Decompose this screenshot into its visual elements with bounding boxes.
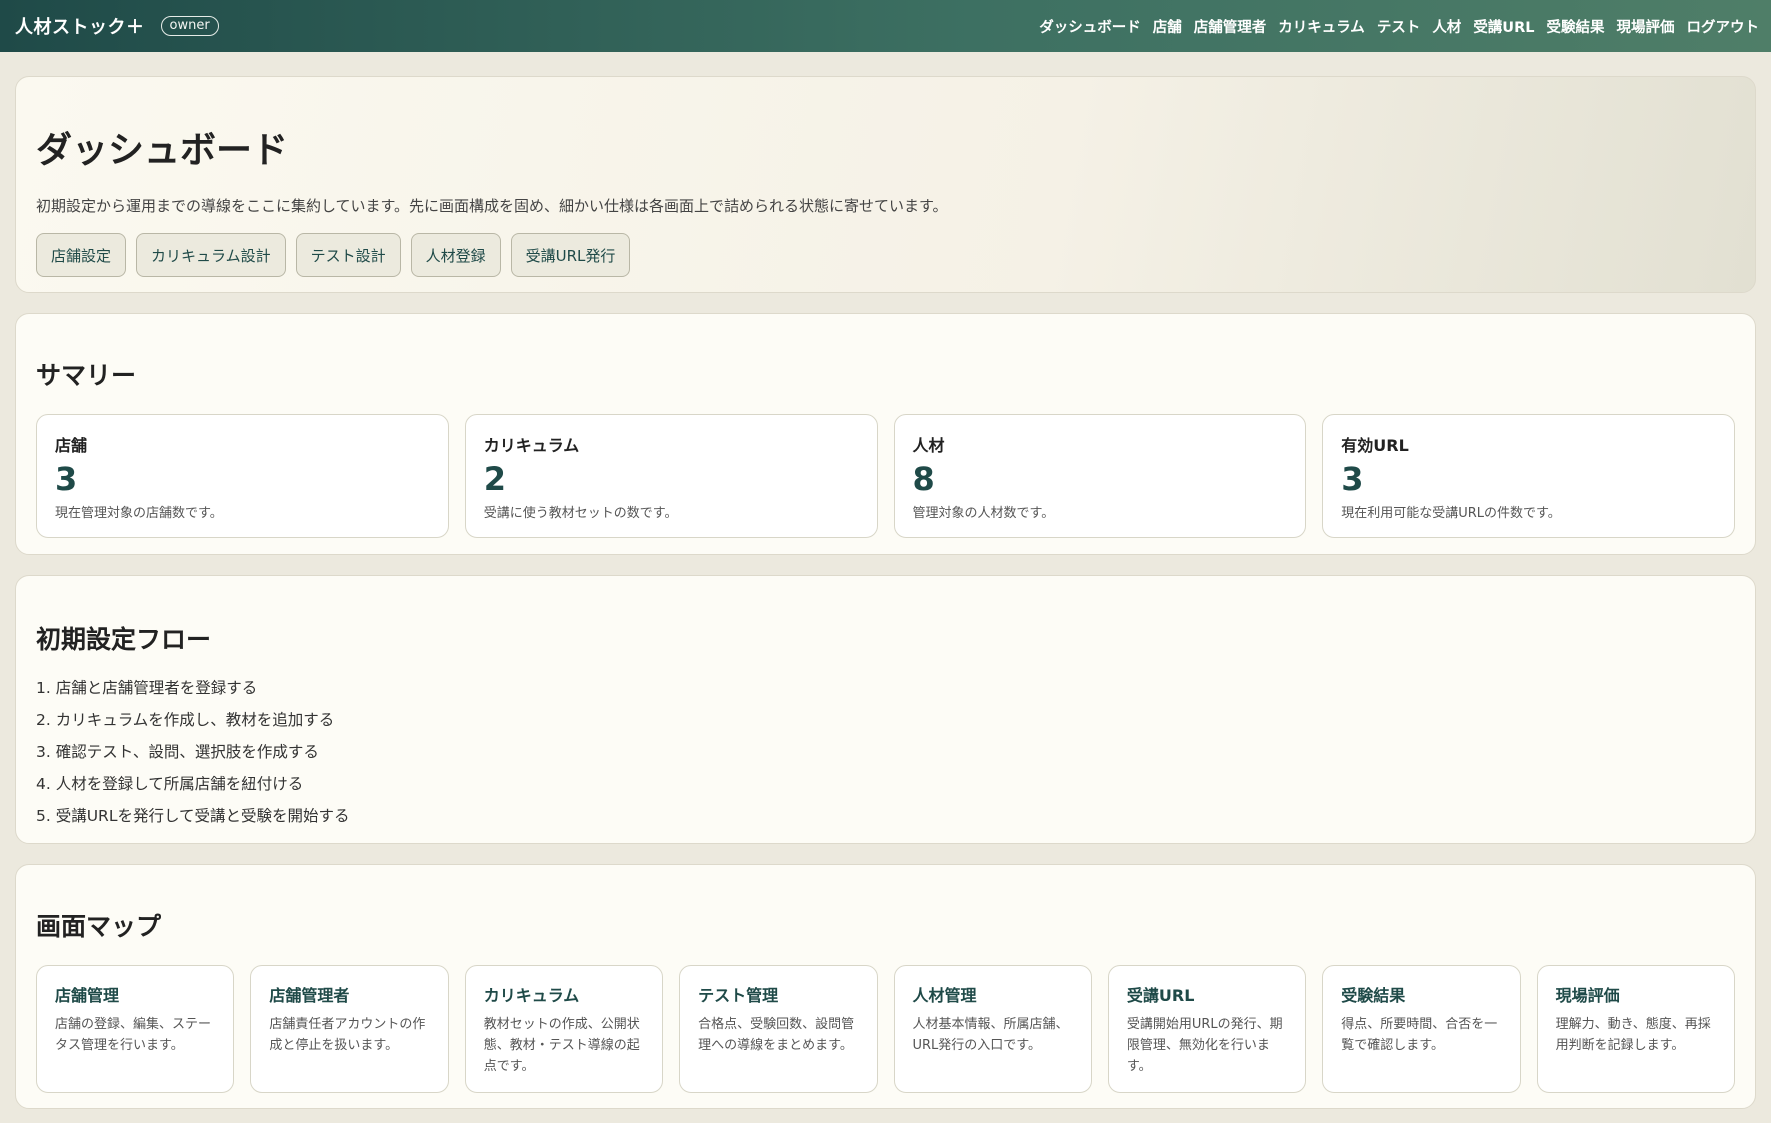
stat-card-talent: 人材 8 管理対象の人材数です。	[893, 414, 1307, 538]
summary-panel: サマリー 店舗 3 現在管理対象の店舗数です。 カリキュラム 2 受講に使う教材…	[15, 313, 1756, 555]
screen-card-curriculum[interactable]: カリキュラム 教材セットの作成、公開状態、教材・テスト導線の起点です。	[464, 965, 664, 1093]
stat-label: 有効URL	[1341, 436, 1409, 455]
screen-map-panel: 画面マップ 店舗管理 店舗の登録、編集、ステータス管理を行います。 店舗管理者 …	[15, 864, 1756, 1109]
role-badge: owner	[160, 16, 219, 36]
card-description: 理解力、動き、態度、再採用判断を記録します。	[1555, 1017, 1711, 1053]
stat-card-active-urls: 有効URL 3 現在利用可能な受講URLの件数です。	[1322, 414, 1735, 538]
screen-card-course-url[interactable]: 受講URL 受講開始用URLの発行、期限管理、無効化を行います。	[1107, 965, 1307, 1093]
card-title: 受講URL	[1126, 986, 1195, 1005]
nav-exam-results[interactable]: 受験結果	[1547, 16, 1605, 37]
stat-card-curriculum: カリキュラム 2 受講に使う教材セットの数です。	[464, 414, 878, 538]
stat-value: 2	[483, 460, 507, 498]
screen-card-store-managers[interactable]: 店舗管理者 店舗責任者アカウントの作成と停止を扱います。	[250, 965, 449, 1093]
card-description: 教材セットの作成、公開状態、教材・テスト導線の起点です。	[483, 1017, 640, 1074]
nav-stores[interactable]: 店舗	[1153, 16, 1182, 37]
nav-tests[interactable]: テスト	[1377, 16, 1421, 37]
nav-field-evaluation[interactable]: 現場評価	[1617, 16, 1675, 37]
screen-card-exam-results[interactable]: 受験結果 得点、所要時間、合否を一覧で確認します。	[1322, 965, 1521, 1093]
card-description: 店舗責任者アカウントの作成と停止を扱います。	[269, 1017, 426, 1053]
talent-registration-button[interactable]: 人材登録	[410, 233, 501, 277]
screen-card-test-management[interactable]: テスト管理 合格点、受験回数、設問管理への導線をまとめます。	[679, 965, 878, 1093]
nav-course-url[interactable]: 受講URL	[1473, 16, 1534, 37]
nav-dashboard[interactable]: ダッシュボード	[1039, 16, 1141, 37]
stat-value: 8	[912, 460, 935, 498]
stat-label: 人材	[912, 436, 945, 455]
nav-store-managers[interactable]: 店舗管理者	[1194, 16, 1267, 37]
setup-steps-list: 1. 店舗と店舗管理者を登録する 2. カリキュラムを作成し、教材を追加する 3…	[36, 672, 1735, 832]
card-title: 人材管理	[912, 986, 977, 1005]
card-description: 受講開始用URLの発行、期限管理、無効化を行います。	[1126, 1017, 1283, 1074]
card-title: 受験結果	[1341, 986, 1406, 1005]
stat-note: 現在管理対象の店舗数です。	[55, 506, 223, 521]
stat-value: 3	[55, 460, 78, 498]
test-design-button[interactable]: テスト設計	[295, 233, 401, 277]
setup-step: 4. 人材を登録して所属店舗を紐付ける	[36, 775, 304, 793]
setup-step: 3. 確認テスト、設問、選択肢を作成する	[36, 743, 319, 761]
nav-talent[interactable]: 人材	[1432, 16, 1461, 37]
summary-title: サマリー	[36, 361, 137, 390]
page-description: 初期設定から運用までの導線をここに集約しています。先に画面構成を固め、細かい仕様…	[36, 197, 948, 215]
card-description: 人材基本情報、所属店舗、URL発行の入口です。	[912, 1017, 1069, 1053]
store-settings-button[interactable]: 店舗設定	[36, 233, 127, 277]
brand: 人材ストック＋ owner	[15, 13, 219, 39]
stat-label: 店舗	[55, 436, 88, 455]
screen-map-grid: 店舗管理 店舗の登録、編集、ステータス管理を行います。 店舗管理者 店舗責任者ア…	[36, 965, 1735, 1093]
card-title: 店舗管理者	[269, 986, 350, 1005]
main-content: ダッシュボード 初期設定から運用までの導線をここに集約しています。先に画面構成を…	[0, 52, 1771, 1109]
card-description: 店舗の登録、編集、ステータス管理を行います。	[55, 1017, 212, 1053]
setup-flow-title: 初期設定フロー	[36, 625, 212, 654]
card-title: 現場評価	[1555, 986, 1620, 1005]
card-title: カリキュラム	[483, 986, 580, 1005]
page-title: ダッシュボード	[36, 130, 289, 171]
app-name[interactable]: 人材ストック＋	[15, 13, 145, 39]
stat-note: 現在利用可能な受講URLの件数です。	[1341, 506, 1561, 521]
setup-flow-panel: 初期設定フロー 1. 店舗と店舗管理者を登録する 2. カリキュラムを作成し、教…	[15, 575, 1756, 844]
screen-map-title: 画面マップ	[36, 912, 162, 941]
card-title: 店舗管理	[55, 986, 120, 1005]
card-description: 合格点、受験回数、設問管理への導線をまとめます。	[698, 1017, 855, 1053]
issue-course-url-button[interactable]: 受講URL発行	[510, 233, 631, 277]
stat-value: 3	[1341, 460, 1364, 498]
setup-step: 2. カリキュラムを作成し、教材を追加する	[36, 711, 335, 729]
nav-logout[interactable]: ログアウト	[1687, 16, 1760, 37]
nav-curriculum[interactable]: カリキュラム	[1278, 16, 1365, 37]
card-description: 得点、所要時間、合否を一覧で確認します。	[1341, 1017, 1498, 1053]
setup-step: 5. 受講URLを発行して受講と受験を開始する	[36, 807, 350, 825]
screen-card-talent-management[interactable]: 人材管理 人材基本情報、所属店舗、URL発行の入口です。	[893, 965, 1092, 1093]
stat-note: 管理対象の人材数です。	[912, 506, 1055, 521]
hero-panel: ダッシュボード 初期設定から運用までの導線をここに集約しています。先に画面構成を…	[15, 76, 1756, 293]
stat-card-stores: 店舗 3 現在管理対象の店舗数です。	[36, 414, 449, 538]
stat-note: 受講に使う教材セットの数です。	[483, 506, 678, 521]
top-bar: 人材ストック＋ owner ダッシュボード 店舗 店舗管理者 カリキュラム テス…	[0, 0, 1771, 52]
curriculum-design-button[interactable]: カリキュラム設計	[136, 233, 286, 277]
screen-card-store-management[interactable]: 店舗管理 店舗の登録、編集、ステータス管理を行います。	[36, 965, 235, 1093]
main-nav: ダッシュボード 店舗 店舗管理者 カリキュラム テスト 人材 受講URL 受験結…	[1039, 16, 1759, 37]
card-title: テスト管理	[698, 986, 779, 1005]
stats-grid: 店舗 3 現在管理対象の店舗数です。 カリキュラム 2 受講に使う教材セットの数…	[36, 414, 1735, 538]
setup-step: 1. 店舗と店舗管理者を登録する	[36, 679, 258, 697]
screen-card-field-evaluation[interactable]: 現場評価 理解力、動き、態度、再採用判断を記録します。	[1536, 965, 1735, 1093]
quick-actions: 店舗設定 カリキュラム設計 テスト設計 人材登録 受講URL発行	[36, 233, 1735, 277]
stat-label: カリキュラム	[483, 436, 580, 455]
